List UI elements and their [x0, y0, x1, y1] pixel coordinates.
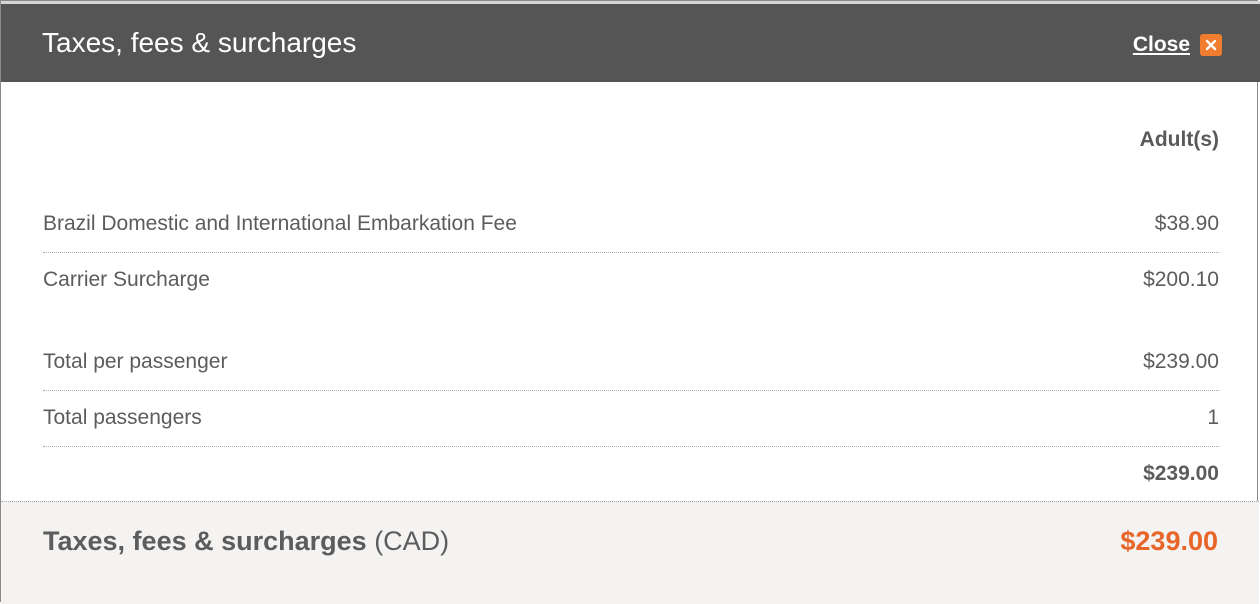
fee-label: Carrier Surcharge	[43, 268, 210, 291]
fee-amount: $38.90	[1154, 212, 1219, 235]
total-passengers-count: 1	[1207, 406, 1219, 429]
close-button[interactable]: Close	[1133, 32, 1222, 58]
footer-total-amount: $239.00	[1120, 526, 1218, 556]
dialog-footer: Taxes, fees & surcharges (CAD) $239.00	[1, 501, 1259, 604]
close-x-icon[interactable]	[1200, 34, 1222, 56]
column-header-adults: Adult(s)	[1139, 128, 1219, 151]
total-per-passenger-row: Total per passenger $239.00	[43, 334, 1219, 391]
close-label[interactable]: Close	[1133, 32, 1190, 58]
footer-label-title: Taxes, fees & surcharges	[43, 526, 367, 556]
subtotal-row: $239.00	[43, 446, 1219, 502]
fee-row: Carrier Surcharge $200.10	[43, 252, 1219, 308]
footer-currency: (CAD)	[374, 526, 450, 556]
total-passengers-row: Total passengers 1	[43, 390, 1219, 447]
total-per-passenger-label: Total per passenger	[43, 350, 228, 373]
total-passengers-label: Total passengers	[43, 406, 202, 429]
fee-label: Brazil Domestic and International Embark…	[43, 212, 517, 235]
fee-amount: $200.10	[1143, 268, 1219, 291]
dialog-header: Taxes, fees & surcharges Close	[1, 4, 1260, 82]
dialog-title: Taxes, fees & surcharges	[42, 27, 357, 58]
fee-row: Brazil Domestic and International Embark…	[43, 196, 1219, 253]
total-per-passenger-amount: $239.00	[1143, 350, 1219, 373]
taxes-fees-dialog: Taxes, fees & surcharges Close Adult(s) …	[0, 0, 1260, 604]
footer-label: Taxes, fees & surcharges (CAD)	[43, 526, 449, 557]
subtotal-amount: $239.00	[1143, 462, 1219, 485]
